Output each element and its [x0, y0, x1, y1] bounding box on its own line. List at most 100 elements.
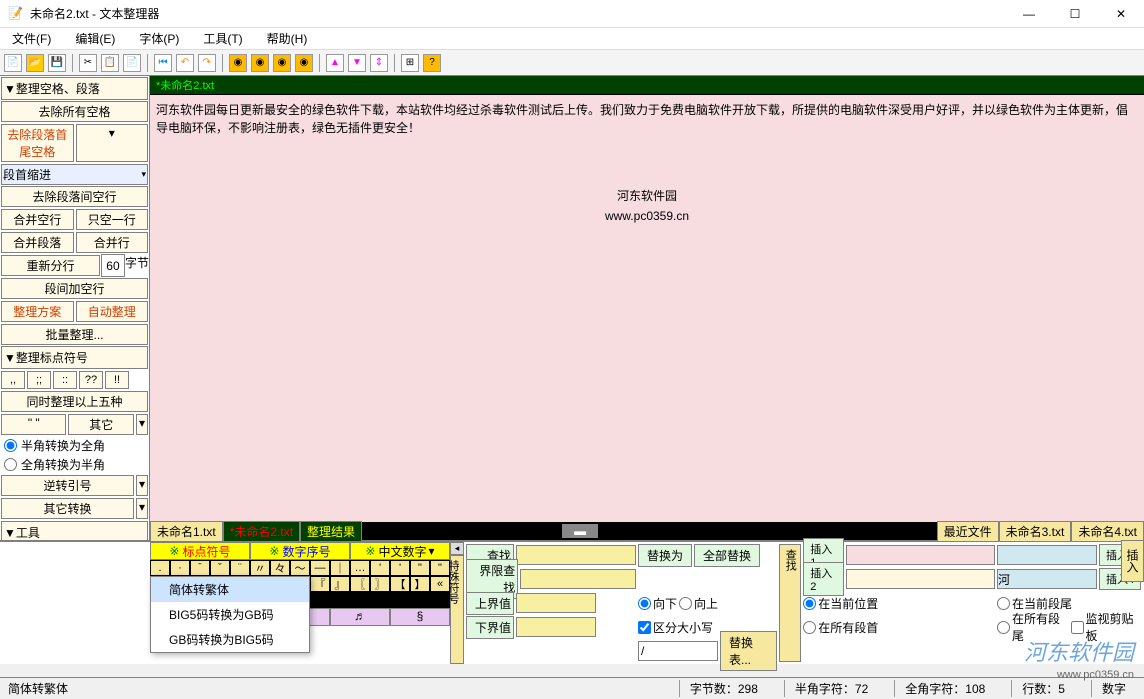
grid-tab-cn[interactable]: ※ 中文数字▾	[350, 542, 450, 560]
punc-comma[interactable]: ,,	[1, 371, 25, 389]
dd-revquote[interactable]: ▾	[136, 475, 148, 496]
btn-remove-all-spaces[interactable]: 去除所有空格	[1, 101, 148, 122]
rb-cur-end[interactable]	[997, 597, 1010, 610]
new-icon[interactable]: 📄	[4, 54, 22, 72]
vert-find[interactable]: 查找	[779, 544, 801, 662]
input-ins4-pre[interactable]	[997, 569, 1097, 589]
nav3-icon[interactable]: ◉	[273, 54, 291, 72]
input-ins2[interactable]	[846, 569, 995, 589]
vert-insert-edge[interactable]: 插入	[1121, 540, 1144, 582]
char-cell[interactable]: 〃	[250, 560, 270, 576]
dd-other[interactable]: ▾	[136, 414, 148, 435]
btn-batch[interactable]: 批量整理...	[1, 324, 148, 345]
input-find[interactable]	[516, 545, 636, 565]
char-cell[interactable]: ｜	[330, 560, 350, 576]
save-icon[interactable]: 💾	[48, 54, 66, 72]
section-spaces[interactable]: ▼整理空格、段落	[1, 77, 148, 100]
rb-pos-all[interactable]	[803, 621, 816, 634]
up-icon[interactable]: ▲	[326, 54, 344, 72]
input-ins3-pre[interactable]	[997, 545, 1097, 565]
input-delim[interactable]	[638, 641, 718, 661]
ctx-simp-to-trad[interactable]: 简体转繁体	[151, 577, 309, 602]
grid-tab-punc[interactable]: ※ 标点符号	[150, 542, 250, 560]
menu-font[interactable]: 字体(P)	[135, 28, 183, 49]
music-cell[interactable]: ♬	[330, 608, 390, 626]
rb-up[interactable]	[679, 597, 692, 610]
btn-punc-all[interactable]: 同时整理以上五种	[1, 391, 148, 412]
char-cell[interactable]: 『	[310, 576, 330, 592]
section-punctuation[interactable]: ▼整理标点符号	[1, 346, 148, 369]
ctx-big5-to-gb[interactable]: BIG5码转换为GB码	[151, 602, 309, 627]
btn-one-line[interactable]: 只空一行	[76, 209, 149, 230]
dd-indent[interactable]: 段首缩进▾	[1, 164, 148, 185]
editor-area[interactable]: 河东软件园每日更新最安全的绿色软件下载，本站软件均经过杀毒软件测试后上传。我们致…	[150, 95, 1144, 522]
file-tab-result[interactable]: 整理结果	[300, 521, 362, 542]
cb-case[interactable]	[638, 621, 651, 634]
copy-icon[interactable]: 📋	[101, 54, 119, 72]
char-cell[interactable]: …	[350, 560, 370, 576]
char-cell[interactable]: 〗	[370, 576, 390, 592]
input-bfind[interactable]	[520, 569, 636, 589]
btn-scheme[interactable]: 整理方案	[1, 301, 74, 322]
vert-special-chars[interactable]: 特殊符号	[450, 555, 464, 664]
grid-icon[interactable]: ⊞	[401, 54, 419, 72]
char-cell[interactable]: 』	[330, 576, 350, 592]
char-cell[interactable]: '	[370, 560, 390, 576]
btn-merge-para[interactable]: 合并段落	[1, 232, 74, 253]
btn-resplit[interactable]: 重新分行	[1, 255, 100, 276]
cut-icon[interactable]: ✂	[79, 54, 97, 72]
input-lower[interactable]	[516, 617, 596, 637]
menu-edit[interactable]: 编辑(E)	[71, 28, 119, 49]
menu-help[interactable]: 帮助(H)	[263, 28, 312, 49]
ctx-gb-to-big5[interactable]: GB码转换为BIG5码	[151, 627, 309, 652]
char-cell[interactable]: "	[410, 560, 430, 576]
char-cell[interactable]: .	[150, 560, 170, 576]
help-icon[interactable]: ?	[423, 54, 441, 72]
close-button[interactable]: ✕	[1106, 7, 1136, 21]
punc-exclaim[interactable]: !!	[105, 371, 129, 389]
menu-tool[interactable]: 工具(T)	[199, 28, 246, 49]
file-tab-recent[interactable]: 最近文件	[937, 521, 999, 542]
dd-para-spaces[interactable]: ▾	[76, 124, 149, 162]
char-cell[interactable]: '	[390, 560, 410, 576]
nav4-icon[interactable]: ◉	[295, 54, 313, 72]
input-split-bytes[interactable]	[101, 254, 125, 277]
maximize-button[interactable]: ☐	[1060, 7, 1090, 21]
nav1-icon[interactable]: ◉	[229, 54, 247, 72]
rb-half-to-full[interactable]	[4, 439, 17, 452]
input-upper[interactable]	[516, 593, 596, 613]
punc-question[interactable]: ??	[79, 371, 103, 389]
char-cell[interactable]: ¨	[230, 560, 250, 576]
btn-remove-blank-lines[interactable]: 去除段落间空行	[1, 186, 148, 207]
btn-auto-format[interactable]: 自动整理	[76, 301, 149, 322]
rb-all-end[interactable]	[997, 621, 1010, 634]
btn-insert2[interactable]: 插入2	[803, 562, 844, 596]
btn-merge-line[interactable]: 合并行	[76, 232, 149, 253]
btn-other-convert[interactable]: 其它转换	[1, 498, 134, 519]
btn-replace-table[interactable]: 替换表...	[720, 631, 777, 671]
char-cell[interactable]: 々	[270, 560, 290, 576]
paste-icon[interactable]: 📄	[123, 54, 141, 72]
open-icon[interactable]: 📂	[26, 54, 44, 72]
undo-icon[interactable]: ↶	[176, 54, 194, 72]
menu-file[interactable]: 文件(F)	[8, 28, 55, 49]
rb-full-to-half[interactable]	[4, 458, 17, 471]
first-icon[interactable]: ⏮	[154, 54, 172, 72]
btn-other-punc[interactable]: 其它	[68, 414, 133, 435]
music-cell[interactable]: §	[390, 608, 450, 626]
char-cell[interactable]: —	[310, 560, 330, 576]
file-tab-4[interactable]: 未命名4.txt	[1071, 521, 1144, 542]
file-tab-2[interactable]: *未命名2.txt	[223, 521, 300, 542]
grid-tab-num[interactable]: ※ 数字序号	[250, 542, 350, 560]
cb-monitor[interactable]	[1071, 621, 1084, 634]
char-cell[interactable]: ·	[170, 560, 190, 576]
char-cell[interactable]: 【	[390, 576, 410, 592]
dd-otherconv[interactable]: ▾	[136, 498, 148, 519]
btn-quotes[interactable]: " "	[1, 414, 66, 435]
char-cell[interactable]: 〖	[350, 576, 370, 592]
nav2-icon[interactable]: ◉	[251, 54, 269, 72]
sort-icon[interactable]: ⇕	[370, 54, 388, 72]
rb-pos-cur[interactable]	[803, 597, 816, 610]
btn-replace-all[interactable]: 全部替换	[694, 544, 760, 567]
btn-merge-blank[interactable]: 合并空行	[1, 209, 74, 230]
